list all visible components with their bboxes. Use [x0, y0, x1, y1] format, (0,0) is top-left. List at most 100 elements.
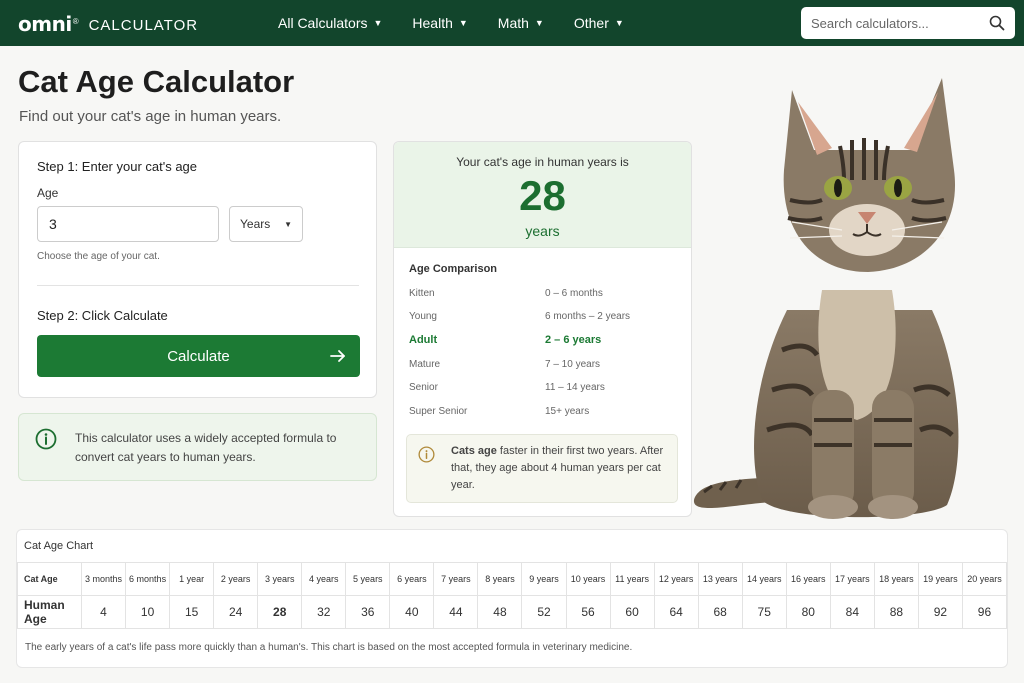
cat-age-cell: 9 years: [521, 562, 567, 596]
cat-age-cell: 2 years: [213, 562, 259, 596]
unit-select[interactable]: Years ▼: [229, 206, 303, 242]
chevron-down-icon: ▼: [373, 18, 383, 28]
human-age-cell: 56: [565, 595, 611, 629]
human-age-cell: 48: [477, 595, 523, 629]
age-input[interactable]: [37, 206, 219, 242]
nav-label: Health: [412, 15, 453, 31]
cat-age-cell: 12 years: [653, 562, 699, 596]
stage-range: 15+ years: [545, 406, 590, 417]
result-unit: years: [525, 223, 560, 239]
chevron-down-icon: ▼: [614, 18, 624, 28]
nav-label: Math: [497, 15, 529, 31]
info-icon: [35, 428, 57, 450]
divider: [37, 285, 359, 286]
human-age-cell: 92: [917, 595, 963, 629]
nav-label: All Calculators: [278, 15, 368, 31]
calculator-form: Step 1: Enter your cat's age Age Years ▼…: [18, 141, 377, 398]
search-icon[interactable]: [989, 15, 1005, 31]
formula-info: This calculator uses a widely accepted f…: [18, 413, 377, 481]
stage-name: Young: [409, 311, 437, 322]
chart-title: Cat Age Chart: [24, 540, 94, 552]
chevron-down-icon: ▼: [284, 219, 292, 229]
nav-health[interactable]: Health ▼: [412, 15, 467, 31]
human-age-cell: 84: [829, 595, 875, 629]
result-summary: Your cat's age in human years is 28 year…: [394, 142, 691, 248]
chevron-down-icon: ▼: [458, 18, 468, 28]
stage-name: Adult: [409, 334, 438, 346]
human-age-cell: 36: [345, 595, 391, 629]
cat-age-cell: 6 years: [389, 562, 435, 596]
result-value: 28: [519, 172, 566, 219]
stage-range: 0 – 6 months: [545, 288, 603, 299]
human-age-row: Human Age 4 10 15 24 28 32 36 40 44 48 52 56 60 64 68 7…: [17, 595, 1008, 629]
human-age-cell: 32: [301, 595, 347, 629]
chart-footnote: The early years of a cat's life pass mor…: [25, 642, 633, 653]
cat-age-chart: Cat Age Chart Cat Age 3 months 6 months 1 …: [16, 529, 1008, 668]
cat-age-cell: 5 years: [345, 562, 391, 596]
cat-age-cell: 3 years: [257, 562, 303, 596]
comparison-row-kitten: Kitten 0 – 6 months: [409, 288, 679, 306]
stage-name: Super Senior: [409, 406, 468, 417]
stage-range: 2 – 6 years: [545, 334, 602, 346]
unit-selected-value: Years: [240, 217, 271, 231]
cat-age-cell: 4 years: [301, 562, 347, 596]
logo-wordmark: omni: [18, 12, 72, 36]
cat-age-cell: 11 years: [609, 562, 655, 596]
cat-age-cell: 7 years: [433, 562, 479, 596]
nav-math[interactable]: Math ▼: [498, 15, 544, 31]
page-title: Cat Age Calculator: [18, 64, 295, 99]
comparison-row-super-senior: Super Senior 15+ years: [409, 406, 679, 424]
calculate-button[interactable]: Calculate: [37, 335, 360, 377]
info-icon: [418, 446, 435, 463]
cat-age-cell: 16 years: [785, 562, 831, 596]
search-box: [801, 7, 1015, 39]
step1-heading: Step 1: Enter your cat's age: [37, 159, 198, 174]
stage-name: Kitten: [409, 288, 435, 299]
comparison-title: Age Comparison: [409, 263, 498, 275]
step2-heading: Step 2: Click Calculate: [37, 308, 168, 323]
human-age-cell: 44: [433, 595, 479, 629]
cat-age-cell: 3 months: [80, 562, 127, 596]
stage-name: Mature: [409, 359, 441, 370]
cat-age-cell: 20 years: [961, 562, 1008, 596]
calculate-button-label: Calculate: [167, 347, 230, 365]
cat-age-cell: 17 years: [829, 562, 875, 596]
age-hint: Choose the age of your cat.: [37, 251, 160, 262]
comparison-row-adult: Adult 2 – 6 years: [409, 334, 679, 352]
tip-text: Cats age faster in their first two years…: [451, 443, 671, 494]
human-age-cell: 4: [80, 595, 127, 629]
result-caption: Your cat's age in human years is: [456, 155, 629, 169]
cat-age-cell: 18 years: [873, 562, 919, 596]
cat-age-cell: 19 years: [917, 562, 963, 596]
tip-bold: Cats age: [451, 445, 497, 457]
nav-all-calculators[interactable]: All Calculators ▼: [278, 15, 382, 31]
nav-other[interactable]: Other ▼: [574, 15, 624, 31]
search-input[interactable]: [811, 15, 989, 31]
comparison-row-mature: Mature 7 – 10 years: [409, 359, 679, 377]
stage-name: Senior: [409, 382, 438, 393]
human-age-cell: 60: [609, 595, 655, 629]
human-age-cell: 15: [169, 595, 215, 629]
comparison-row-young: Young 6 months – 2 years: [409, 311, 679, 329]
human-age-cell: 88: [873, 595, 919, 629]
arrow-right-icon: [330, 350, 345, 362]
human-age-cell: 80: [785, 595, 831, 629]
cat-age-cell: 1 year: [169, 562, 215, 596]
registered-mark: ®: [72, 16, 79, 26]
human-age-cell: 40: [389, 595, 435, 629]
page-subtitle: Find out your cat's age in human years.: [19, 108, 282, 125]
human-age-cell: 52: [521, 595, 567, 629]
human-age-cell: 10: [125, 595, 171, 629]
human-age-cell: 24: [213, 595, 259, 629]
row-header: Cat Age: [17, 562, 82, 596]
tabby-cat-photo: [693, 78, 959, 519]
cat-age-cell: 6 months: [125, 562, 171, 596]
main-menu: All Calculators ▼ Health ▼ Math ▼ Other ▼: [278, 0, 654, 46]
cat-age-cell: 14 years: [741, 562, 787, 596]
chevron-down-icon: ▼: [534, 18, 544, 28]
cat-age-cell: 8 years: [477, 562, 523, 596]
human-age-cell: 64: [653, 595, 699, 629]
omni-logo[interactable]: omni ® CALCULATOR: [18, 12, 198, 36]
age-chart-table: Cat Age 3 months 6 months 1 year 2 years 3 y…: [17, 562, 1008, 629]
human-age-cell: 96: [961, 595, 1008, 629]
